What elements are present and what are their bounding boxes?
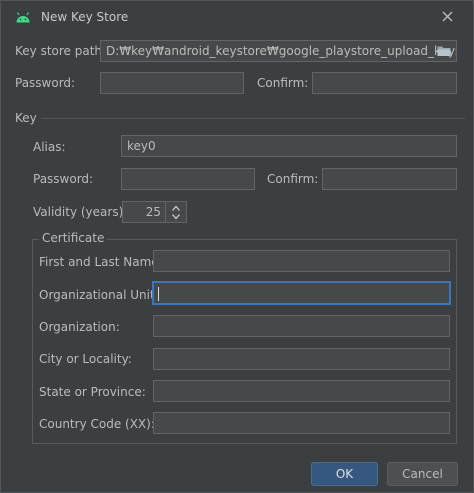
alias-label: Alias: [33,140,66,154]
close-icon [442,11,452,22]
key-password-label: Password: [33,172,94,186]
validity-spinner-input[interactable]: 25 [122,201,165,223]
first-last-name-label: First and Last Name: [39,255,163,269]
folder-icon[interactable] [437,45,451,57]
organizational-unit-field[interactable] [152,281,451,305]
alias-field[interactable]: key0 [121,135,457,157]
organizational-unit-label: Organizational Unit: [39,288,159,302]
keystore-path-label: Key store path: [15,44,107,58]
cancel-button[interactable]: Cancel [387,462,458,486]
state-province-label: State or Province: [39,385,146,399]
validity-label: Validity (years): [33,205,128,219]
key-confirm-label: Confirm: [267,172,319,186]
title-bar: New Key Store [1,1,473,33]
new-key-store-dialog: New Key Store Key store path: D:₩key₩and… [0,0,474,493]
city-locality-field[interactable] [153,348,450,370]
text-caret [158,286,159,301]
keystore-path-field[interactable]: D:₩key₩android_keystore₩google_playstore… [100,40,457,62]
country-code-label: Country Code (XX): [39,417,155,431]
keystore-password-field[interactable] [100,72,244,94]
android-icon [16,12,30,23]
organization-label: Organization: [39,320,120,334]
dialog-title: New Key Store [41,10,129,24]
close-button[interactable] [437,7,457,27]
organization-field[interactable] [153,315,450,337]
alias-value: key0 [127,139,156,153]
first-last-name-field[interactable] [153,250,450,272]
keystore-confirm-field[interactable] [312,72,457,94]
key-section-divider [41,118,465,119]
key-section-label: Key [15,111,37,125]
country-code-field[interactable] [153,412,450,434]
ok-button[interactable]: OK [311,462,378,486]
city-locality-label: City or Locality: [39,352,132,366]
state-province-field[interactable] [153,380,450,402]
spinner-down-icon[interactable] [166,212,186,222]
keystore-confirm-label: Confirm: [257,76,309,90]
key-confirm-field[interactable] [322,168,457,190]
validity-spinner-button[interactable] [165,201,187,223]
keystore-password-label: Password: [15,76,76,90]
key-password-field[interactable] [121,168,255,190]
certificate-group-title: Certificate [39,231,108,245]
keystore-path-value: D:₩key₩android_keystore₩google_playstore… [106,44,457,58]
